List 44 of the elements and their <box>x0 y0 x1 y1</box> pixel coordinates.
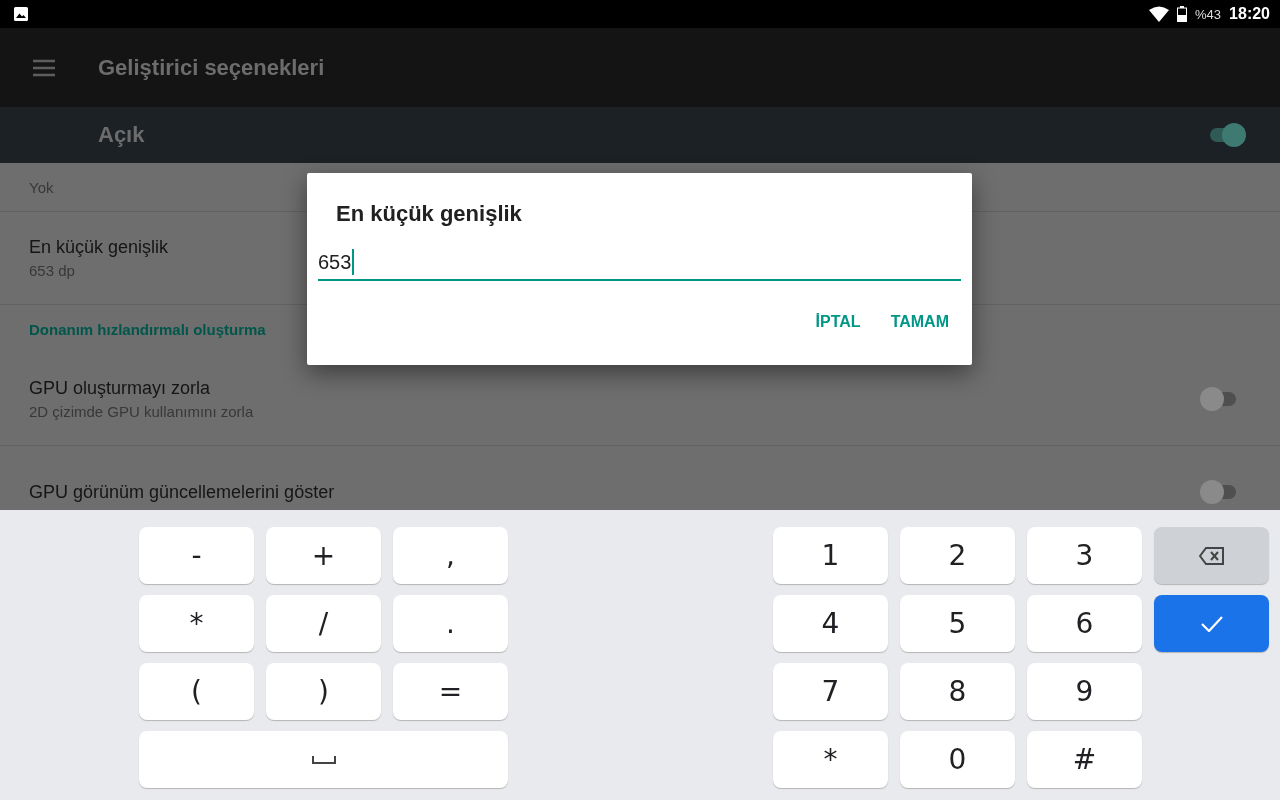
keyboard-key[interactable]: , <box>393 527 508 584</box>
dialog-button[interactable]: İPTAL <box>803 305 873 339</box>
enter-key[interactable] <box>1154 595 1269 652</box>
keyboard-key[interactable]: 2 <box>900 527 1015 584</box>
master-switch-label: Açık <box>98 122 146 148</box>
keyboard-key[interactable]: 1 <box>773 527 888 584</box>
backspace-icon <box>1198 546 1225 565</box>
keyboard-key[interactable]: ) <box>266 663 381 720</box>
keyboard-key[interactable]: - <box>139 527 254 584</box>
battery-percent: %43 <box>1195 6 1222 22</box>
keyboard-key[interactable]: * <box>139 595 254 652</box>
keyboard-key[interactable]: 8 <box>900 663 1015 720</box>
keyboard-key[interactable]: * <box>773 731 888 788</box>
input-field[interactable]: 653 <box>318 245 961 281</box>
keyboard-key[interactable]: # <box>1027 731 1142 788</box>
keyboard-key[interactable]: 4 <box>773 595 888 652</box>
keyboard-key[interactable]: + <box>266 527 381 584</box>
backspace-key[interactable] <box>1154 527 1269 584</box>
dialog-button[interactable]: TAMAM <box>878 305 961 339</box>
keyboard-key[interactable]: 3 <box>1027 527 1142 584</box>
setting-title[interactable]: GPU oluşturmayı zorla <box>29 378 1200 399</box>
toggle-switch[interactable] <box>1208 123 1246 147</box>
keyboard-key[interactable]: . <box>393 595 508 652</box>
page-title: Geliştirici seçenekleri <box>98 54 325 81</box>
toggle-switch[interactable] <box>1200 480 1238 504</box>
keyboard-key[interactable]: 6 <box>1027 595 1142 652</box>
keyboard-key[interactable]: 7 <box>773 663 888 720</box>
dialog-title: En küçük genişlik <box>335 201 523 227</box>
toggle-switch[interactable] <box>1200 387 1238 411</box>
menu-icon[interactable] <box>32 58 56 77</box>
category-header: Donanım hızlandırmalı oluşturma <box>29 320 266 338</box>
keyboard-key[interactable]: ( <box>139 663 254 720</box>
keyboard-key[interactable]: 9 <box>1027 663 1142 720</box>
image-icon <box>13 6 29 22</box>
battery-icon <box>1177 6 1188 22</box>
check-icon <box>1200 615 1223 632</box>
keyboard-key[interactable]: 5 <box>900 595 1015 652</box>
space-bar-icon <box>311 755 336 764</box>
wifi-icon <box>1149 6 1170 22</box>
setting-title[interactable]: GPU görünüm güncellemelerini göster <box>29 481 1200 503</box>
keyboard-key[interactable]: 0 <box>900 731 1015 788</box>
keyboard-key[interactable]: = <box>393 663 508 720</box>
clock-time: 18:20 <box>1229 5 1270 23</box>
keyboard-key[interactable]: / <box>266 595 381 652</box>
